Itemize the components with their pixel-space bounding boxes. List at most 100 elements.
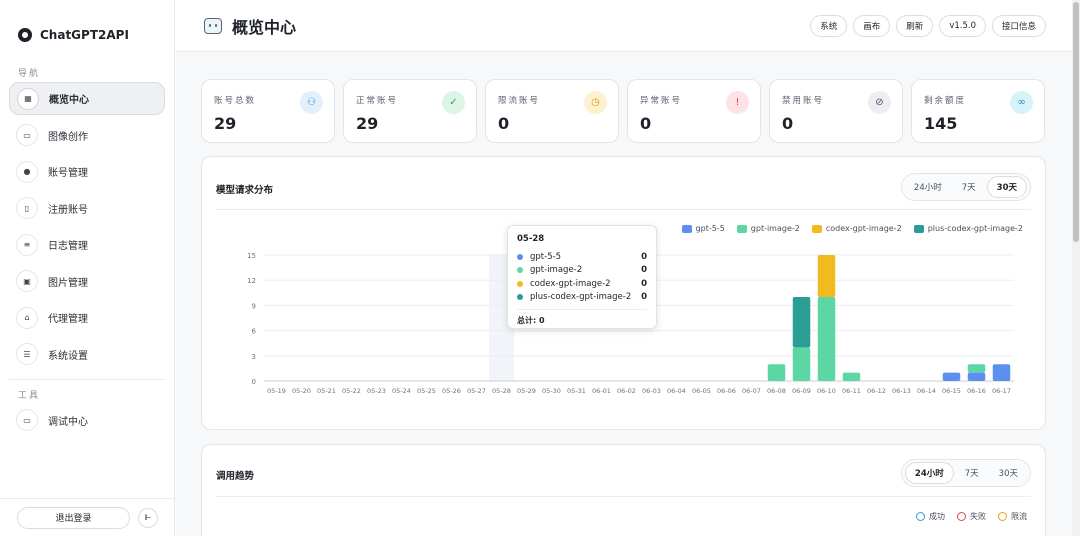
tooltip-row: gpt-image-2 0 (517, 264, 647, 278)
stat-card: 禁用账号 0 ⊘ (769, 79, 903, 143)
users-icon: ⚇ (300, 91, 323, 114)
x-tick-label: 06-11 (842, 387, 861, 395)
trend-legend-item[interactable]: 限流 (998, 511, 1027, 522)
x-tick-label: 05-27 (467, 387, 486, 395)
x-tick-label: 06-13 (892, 387, 911, 395)
x-tick-label: 06-17 (992, 387, 1011, 395)
stat-value: 0 (498, 114, 510, 133)
x-tick-label: 06-06 (717, 387, 736, 395)
sidebar-item-0[interactable]: ▦ 概览中心 (9, 82, 165, 115)
bar-gpt-image-2 (767, 364, 786, 381)
tooltip-series-value: 0 (641, 278, 647, 289)
tooltip-series-name: codex-gpt-image-2 (530, 278, 611, 289)
x-tick-label: 06-09 (792, 387, 811, 395)
bar-gpt-image-2 (967, 364, 986, 373)
sidebar-item-label: 注册账号 (48, 204, 88, 216)
x-tick-label: 05-26 (442, 387, 461, 395)
sidebar-item-label: 图像创作 (48, 131, 88, 143)
trend-legend-item[interactable]: 失败 (957, 511, 986, 522)
sidebar-tool-0[interactable]: ▭ 调试中心 (9, 404, 165, 437)
sidebar-item-1[interactable]: ▭ 图像创作 (9, 119, 165, 152)
sidebar-divider (9, 378, 165, 380)
tools-list: ▭ 调试中心 (0, 400, 174, 437)
stat-value: 29 (356, 114, 379, 133)
bar-gpt-image-2 (792, 347, 811, 381)
tooltip-series-name: gpt-5-5 (530, 251, 562, 262)
y-tick-label: 0 (252, 378, 256, 386)
legend-ring-icon (998, 512, 1007, 521)
sidebar-item-label: 代理管理 (48, 314, 88, 325)
x-tick-label: 06-04 (667, 387, 686, 395)
sidebar-item-2[interactable]: ● 账号管理 (9, 155, 165, 188)
sidebar-item-7[interactable]: ☰ 系统设置 (9, 338, 165, 371)
debug-icon: ▭ (16, 409, 38, 431)
stat-card: 账号总数 29 ⚇ (201, 79, 335, 143)
page-scrollbar[interactable] (1072, 0, 1080, 536)
range-tab[interactable]: 30天 (990, 462, 1027, 484)
page-title: 概览中心 (204, 14, 296, 38)
x-tick-label: 06-10 (817, 387, 836, 395)
brand[interactable]: ChatGPT2API (0, 18, 174, 52)
scrollbar-thumb[interactable] (1073, 2, 1079, 242)
x-tick-label: 05-20 (292, 387, 311, 395)
stat-value: 145 (924, 114, 958, 133)
register-icon: ▯ (16, 197, 38, 219)
tooltip-dot (517, 267, 523, 274)
legend-ring-icon (957, 512, 966, 521)
legend-ring-icon (916, 512, 925, 521)
chart-tooltip: 05-28 gpt-5-5 0 gpt-image-2 0 codex-gpt-imag… (507, 225, 657, 329)
header-button-2[interactable]: 刷新 (896, 15, 934, 37)
trend-legend-item[interactable]: 成功 (916, 511, 945, 522)
x-tick-label: 05-19 (267, 387, 286, 395)
x-tick-label: 06-08 (767, 387, 786, 395)
stat-value: 0 (640, 114, 652, 133)
header-button-0[interactable]: 系统 (810, 15, 848, 37)
x-tick-label: 05-28 (492, 387, 511, 395)
lock-icon: ⌂ (16, 306, 38, 329)
range-tab[interactable]: 24小时 (904, 462, 954, 484)
x-tick-label: 05-30 (542, 387, 561, 395)
header-button-1[interactable]: 画布 (853, 15, 891, 37)
x-tick-label: 05-25 (417, 387, 436, 395)
y-tick-label: 12 (247, 277, 256, 285)
sidebar-item-4[interactable]: ≡ 日志管理 (9, 228, 165, 261)
panel-title: 调用趋势 (216, 471, 255, 482)
bar-plus-codex-gpt-image-2 (792, 297, 811, 348)
collapse-sidebar-button[interactable]: ⊩ (138, 507, 158, 528)
tooltip-series-value: 0 (641, 265, 647, 276)
panel-divider (216, 496, 1031, 497)
y-tick-label: 9 (252, 302, 256, 310)
tooltip-series-value: 0 (641, 251, 647, 262)
user-icon: ● (16, 160, 38, 183)
stat-card: 正常账号 29 ✓ (343, 79, 477, 143)
sidebar-footer: 退出登录 ⊩ (0, 498, 175, 536)
sidebar-item-label: 账号管理 (48, 168, 88, 179)
sidebar-item-3[interactable]: ▯ 注册账号 (9, 192, 165, 225)
bar-gpt-image-2 (817, 297, 836, 381)
bar-gpt-5-5 (967, 372, 986, 381)
model-distribution-panel: 模型请求分布 24小时 7天 30天 gpt-5-5 gpt-image-2 codex… (201, 156, 1046, 430)
tooltip-divider (517, 309, 647, 310)
x-tick-label: 05-24 (392, 387, 411, 395)
github-icon (18, 28, 32, 42)
nav-section-label: 导航 (18, 69, 41, 79)
x-tick-label: 05-31 (567, 387, 586, 395)
alert-circle-icon: ! (726, 91, 749, 114)
tooltip-rows: gpt-5-5 0 gpt-image-2 0 codex-gpt-image-2 0 pl… (517, 250, 647, 304)
check-circle-icon: ✓ (442, 91, 465, 114)
sidebar-item-6[interactable]: ⌂ 代理管理 (9, 301, 165, 334)
trend-legend-label: 成功 (929, 512, 945, 521)
range-tab[interactable]: 7天 (956, 462, 988, 484)
x-tick-label: 06-16 (967, 387, 986, 395)
tooltip-row: gpt-5-5 0 (517, 250, 647, 264)
x-tick-label: 06-05 (692, 387, 711, 395)
range-selector: 24小时 7天 30天 (900, 459, 1031, 487)
header-button-4[interactable]: 接口信息 (991, 15, 1046, 37)
trend-legend-label: 限流 (1011, 512, 1027, 521)
nav-list: ▦ 概览中心 ▭ 图像创作 ● 账号管理 ▯ 注册账号 ≡ 日志管理 ▣ 图片管理 ⌂ 代理管理 ☰ 系统设置 (0, 78, 174, 371)
x-tick-label: 05-29 (517, 387, 536, 395)
logout-button[interactable]: 退出登录 (17, 506, 130, 529)
header-button-3[interactable]: v1.5.0 (939, 15, 986, 37)
bar-codex-gpt-image-2 (817, 255, 836, 297)
sidebar-item-5[interactable]: ▣ 图片管理 (9, 265, 165, 298)
